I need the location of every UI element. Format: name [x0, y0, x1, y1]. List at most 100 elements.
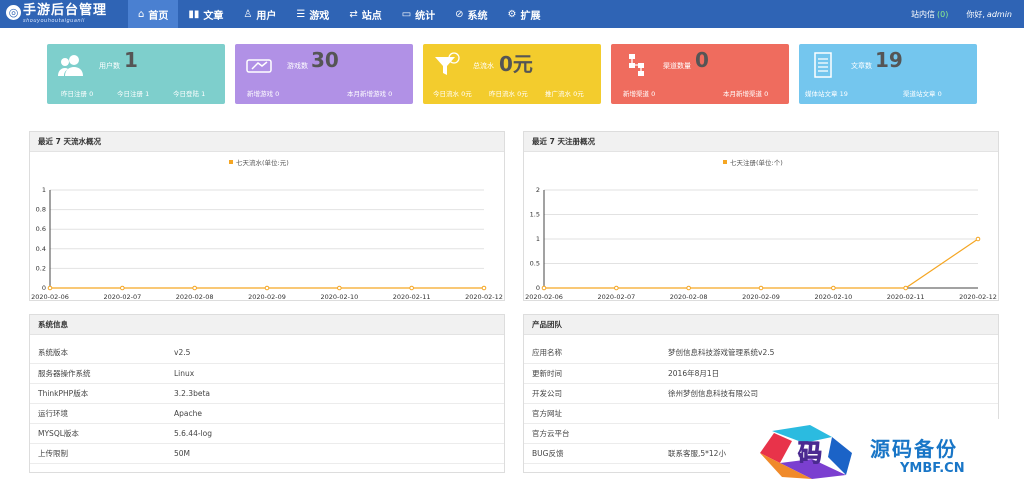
stat-foot: 今日登陆 1: [173, 90, 206, 98]
home-icon: ⌂: [138, 8, 145, 20]
watermark-logo-icon: 码: [760, 425, 852, 479]
greeting: 你好,: [966, 9, 985, 19]
system-info-table: 系统版本 v2.5 服务器操作系统 Linux ThinkPHP版本 3.2.3bet…: [30, 343, 504, 464]
panel-title: 最近 7 天流水概况: [30, 132, 504, 152]
x-tick-label: 2020-02-07: [103, 293, 141, 300]
table-row: 系统版本 v2.5: [30, 343, 504, 364]
row-key: 官方网址: [524, 403, 660, 424]
link-icon: ⊘: [455, 8, 464, 20]
data-point: [975, 236, 981, 242]
revenue-line-chart: 七天流水(单位:元) 0 0.2 0.4 0.6 0.8 1 2020-02-06 2020-0…: [31, 158, 503, 300]
nav-users[interactable]: ♙ 用户: [233, 0, 286, 28]
table-row: 更新时间 2016年8月1日: [524, 363, 998, 384]
data-point: [409, 285, 414, 291]
row-key: 系统版本: [30, 343, 166, 364]
sitemap-icon: [629, 54, 644, 76]
logo-icon: ◎: [6, 5, 21, 20]
table-row: 运行环境 Apache: [30, 403, 504, 424]
nav-label: 首页: [148, 10, 169, 22]
x-tick-label: 2020-02-10: [320, 293, 358, 300]
registration-line-chart: 七天注册(单位:个) 0 0.5 1 1.5 2 2020-02-06 2020-02-07 2…: [525, 158, 997, 300]
row-key: 服务器操作系统: [30, 363, 166, 384]
panel-title: 系统信息: [30, 315, 504, 335]
data-point: [831, 285, 836, 291]
stat-value: 0: [695, 48, 709, 72]
x-tick-label: 2020-02-06: [525, 293, 563, 300]
x-tick-label: 2020-02-10: [814, 293, 852, 300]
stat-card-channels[interactable]: 渠道数量 0 新增渠道 0 本月新增渠道 0: [611, 44, 789, 104]
messages-count[interactable]: (0): [937, 10, 948, 19]
stat-foot: 本月新增游戏 0: [347, 90, 393, 98]
y-tick-label: 1.5: [530, 211, 540, 219]
row-value: 2016年8月1日: [660, 363, 998, 384]
y-tick-label: 0: [536, 284, 540, 292]
stat-value: 19: [875, 48, 903, 72]
system-info-panel: 系统信息 系统版本 v2.5 服务器操作系统 Linux ThinkPHP版本 3.2…: [29, 314, 505, 473]
nav-games[interactable]: ☰ 游戏: [286, 0, 339, 28]
stat-card-users[interactable]: 用户数 1 昨日注册 0 今日注册 1 今日登陆 1: [47, 44, 225, 104]
stat-card-games[interactable]: 游戏数 30 新增游戏 0 本月新增游戏 0: [235, 44, 413, 104]
nav-label: 统计: [415, 10, 436, 22]
row-key: 开发公司: [524, 383, 660, 404]
messages-link[interactable]: 站内信: [911, 9, 935, 20]
x-tick-label: 2020-02-09: [248, 293, 286, 300]
watermark-url: YMBF.CN: [900, 461, 965, 476]
watermark-glyph: 码: [798, 438, 822, 467]
row-value: Apache: [166, 403, 504, 424]
stat-foot: 新增游戏 0: [247, 90, 280, 98]
nav-home[interactable]: ⌂ 首页: [128, 0, 179, 28]
y-tick-label: 0.4: [36, 245, 46, 253]
x-tick-label: 2020-02-12: [465, 293, 503, 300]
stat-card-articles[interactable]: 文章数 19 媒体站文章 19 渠道站文章 0: [799, 44, 977, 104]
row-key: 更新时间: [524, 363, 660, 384]
monitor-icon: ▭: [401, 8, 412, 20]
bar-chart-icon: ▮▮: [188, 8, 200, 20]
data-point: [264, 285, 270, 291]
list-icon: ☰: [296, 8, 306, 20]
table-row: 开发公司 徐州梦创信息科技有限公司: [524, 383, 998, 404]
nav-extend[interactable]: ⚙ 扩展: [498, 0, 551, 28]
user-icon: ♙: [243, 8, 253, 20]
app-logo[interactable]: ◎ 手游后台管理 shouyouhoutaiguanli: [6, 4, 107, 26]
data-point: [337, 285, 342, 291]
data-point: [686, 285, 691, 291]
y-tick-label: 0.8: [36, 206, 46, 214]
data-point: [47, 285, 53, 291]
stat-foot: 本月新增渠道 0: [723, 90, 769, 98]
stat-foot: 新增渠道 0: [623, 90, 656, 98]
row-value: 50M: [166, 443, 504, 464]
stat-foot: 渠道站文章 0: [903, 90, 942, 98]
nav-stats[interactable]: ▭ 统计: [392, 0, 445, 28]
data-point: [903, 285, 908, 291]
stat-card-revenue[interactable]: 总流水 0元 今日流水 0元 昨日流水 0元 推广流水 0元: [423, 44, 601, 104]
username[interactable]: admin: [987, 10, 1012, 19]
nav-articles[interactable]: ▮▮ 文章: [178, 0, 233, 28]
panel-title: 产品团队: [524, 315, 998, 335]
revenue-chart-panel: 最近 7 天流水概况 七天流水(单位:元) 0 0.2 0.4 0.6 0.8 1 2020-…: [29, 131, 505, 301]
watermark: 码 源码备份 YMBF.CN: [730, 419, 1024, 489]
gear-icon: ⚙: [507, 8, 517, 20]
nav-sites[interactable]: ⇄ 站点: [339, 0, 391, 28]
data-point: [614, 285, 619, 291]
nav-label: 游戏: [309, 10, 330, 22]
x-tick-label: 2020-02-11: [393, 293, 431, 300]
table-row: 上传限制 50M: [30, 443, 504, 464]
row-value: Linux: [166, 363, 504, 384]
x-tick-label: 2020-02-09: [742, 293, 780, 300]
stat-label: 渠道数量: [663, 62, 691, 70]
data-point: [192, 285, 197, 291]
nav-label: 系统: [467, 10, 488, 22]
legend-swatch: [229, 160, 233, 164]
gamepad-icon: [246, 59, 272, 73]
row-key: 上传限制: [30, 443, 166, 464]
y-tick-label: 0.2: [36, 264, 46, 272]
nav-system[interactable]: ⊘ 系统: [445, 0, 497, 28]
funnel-icon: [435, 52, 460, 75]
stat-label: 文章数: [851, 62, 872, 70]
stat-label: 用户数: [99, 62, 120, 70]
row-key: BUG反馈: [524, 443, 660, 464]
y-tick-label: 0.6: [36, 225, 46, 233]
y-tick-label: 1: [536, 235, 540, 243]
stat-foot: 昨日注册 0: [61, 90, 94, 98]
nav-label: 扩展: [520, 10, 541, 22]
